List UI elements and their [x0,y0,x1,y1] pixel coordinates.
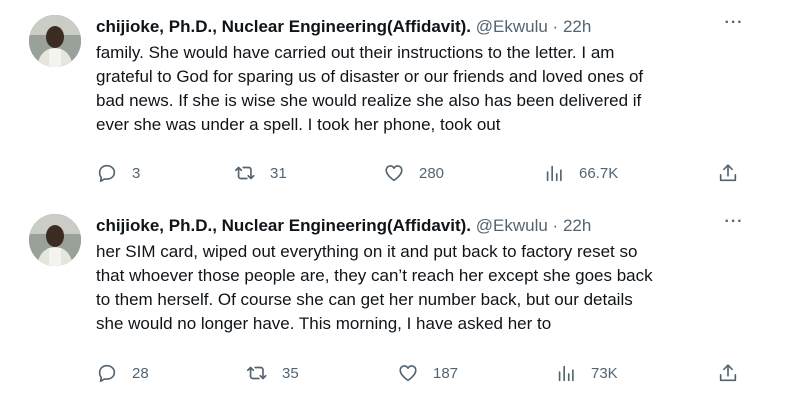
views-button[interactable]: 66.7K [543,160,618,186]
author-handle[interactable]: @Ekwulu [476,17,548,36]
author-handle[interactable]: @Ekwulu [476,216,548,235]
tweet-header: chijioke, Ph.D., Nuclear Engineering(Aff… [96,16,591,38]
separator-dot: · [552,17,559,36]
heart-icon [385,165,403,182]
share-icon [719,364,737,382]
timestamp[interactable]: 22h [563,17,591,36]
views-button[interactable]: 73K [555,360,618,386]
tweet-text-line: she would no longer have. This morning, … [96,314,552,333]
reply-icon [98,364,116,383]
action-bar: 3 31 280 66.7K [0,160,790,186]
repost-count: 31 [270,164,287,182]
repost-icon [247,366,267,380]
tweet-text-line: to them herself. Of course she can get h… [96,290,633,309]
tweet[interactable]: chijioke, Ph.D., Nuclear Engineering(Aff… [0,196,790,403]
author-name[interactable]: chijioke, Ph.D., Nuclear Engineering(Aff… [96,216,471,235]
views-chart-icon [546,165,562,182]
reply-count: 3 [132,164,141,182]
repost-icon [235,166,255,180]
tweet-text-line: bad news. If she is wise she would reali… [96,91,642,110]
timestamp[interactable]: 22h [563,216,591,235]
share-button[interactable] [717,360,739,386]
tweet-text-line: that whoever those people are, they can’… [96,266,653,285]
avatar[interactable] [29,15,81,67]
tweet-text-line: her SIM card, wiped out everything on it… [96,242,638,261]
more-options-icon[interactable]: ··· [722,14,746,38]
avatar[interactable] [29,214,81,266]
action-bar: 28 35 187 73K [0,360,790,386]
views-count: 73K [591,364,618,382]
tweet-text-line: grateful to God for sparing us of disast… [96,67,644,86]
share-icon [719,164,737,182]
repost-button[interactable]: 31 [234,160,287,186]
reply-button[interactable]: 3 [96,160,140,186]
reply-count: 28 [132,364,149,382]
heart-icon [399,365,417,382]
tweet[interactable]: chijioke, Ph.D., Nuclear Engineering(Aff… [0,0,790,196]
reply-button[interactable]: 28 [96,360,149,386]
repost-button[interactable]: 35 [246,360,299,386]
repost-count: 35 [282,364,299,382]
reply-icon [98,164,116,183]
more-options-icon[interactable]: ··· [722,213,746,237]
like-button[interactable]: 187 [397,360,458,386]
separator-dot: · [552,216,559,235]
tweet-text: family. She would have carried out their… [96,41,766,137]
avatar-photo [29,214,81,266]
tweet-text: her SIM card, wiped out everything on it… [96,240,766,336]
views-chart-icon [558,365,574,382]
tweet-header: chijioke, Ph.D., Nuclear Engineering(Aff… [96,215,591,237]
like-count: 187 [433,364,459,382]
like-count: 280 [419,164,445,182]
tweet-text-line: family. She would have carried out their… [96,43,615,62]
share-button[interactable] [717,160,739,186]
tweet-text-line: ever she was under a spell. I took her p… [96,115,501,134]
author-name[interactable]: chijioke, Ph.D., Nuclear Engineering(Aff… [96,17,471,36]
like-button[interactable]: 280 [383,160,444,186]
avatar-photo [29,15,81,67]
views-count: 66.7K [579,164,619,182]
